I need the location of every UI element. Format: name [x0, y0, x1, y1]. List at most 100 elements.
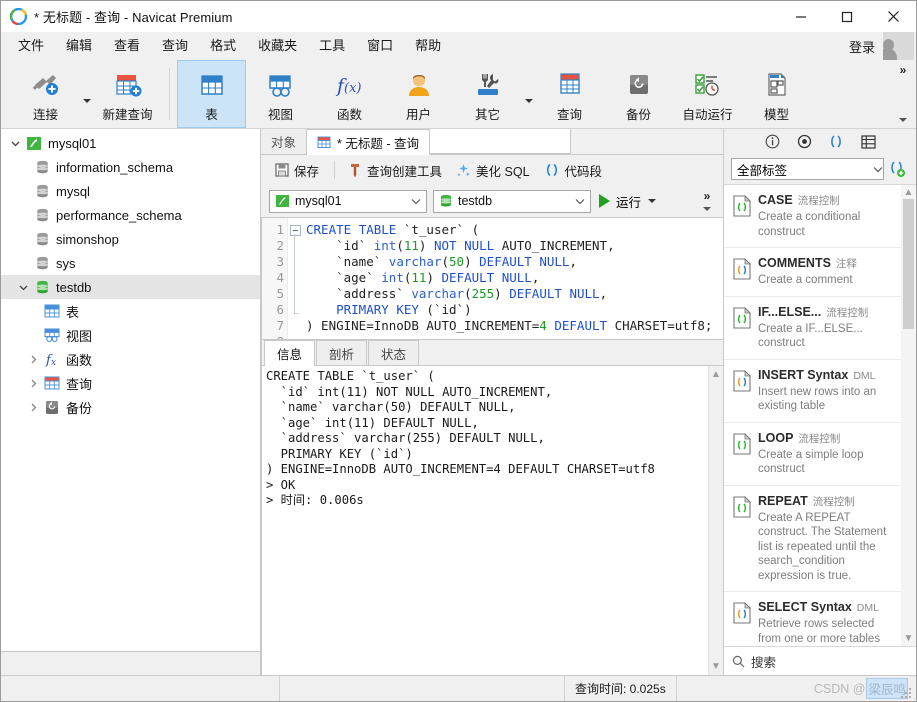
- ribbon-button-table[interactable]: 表: [177, 60, 246, 128]
- toolbar-expand-icon[interactable]: »: [704, 190, 711, 202]
- chevron-down-icon[interactable]: [406, 198, 426, 205]
- tree-node-backups[interactable]: 备份: [1, 395, 260, 419]
- scrollbar-thumb[interactable]: [903, 199, 914, 329]
- tree-node-mysql[interactable]: mysql: [1, 179, 260, 203]
- tree-node-mysql01[interactable]: mysql01: [1, 131, 260, 155]
- save-button[interactable]: 保存: [269, 158, 325, 183]
- list-item[interactable]: SELECT Syntax DML Retrieve rows selected …: [724, 592, 901, 646]
- status-divider: [675, 676, 677, 701]
- tab-message[interactable]: 信息: [264, 340, 316, 366]
- maximize-button[interactable]: [824, 1, 870, 32]
- menu-item-query[interactable]: 查询: [151, 34, 199, 58]
- menu-item-file[interactable]: 文件: [7, 34, 55, 58]
- tree-node-tables[interactable]: 表: [1, 299, 260, 323]
- menu-item-tools[interactable]: 工具: [308, 34, 356, 58]
- list-item[interactable]: INSERT Syntax DML Insert new rows into an…: [724, 360, 901, 423]
- ribbon-button-user[interactable]: 用户: [384, 60, 453, 128]
- run-button[interactable]: 运行: [599, 192, 657, 211]
- tree-label: 函数: [66, 352, 93, 368]
- tree-node-performance-schema[interactable]: performance_schema: [1, 203, 260, 227]
- snippet-title: SELECT Syntax: [758, 600, 852, 614]
- snippets-list[interactable]: CASE 流程控制 Create a conditional construct: [724, 184, 916, 647]
- ribbon-expand-icon[interactable]: »: [900, 64, 907, 76]
- new-query-icon: [108, 68, 148, 101]
- list-item[interactable]: REPEAT 流程控制 Create A REPEAT construct. Th…: [724, 486, 901, 592]
- code-snippet-button[interactable]: 代码段: [538, 158, 609, 183]
- close-button[interactable]: [870, 1, 916, 32]
- tab-status[interactable]: 状态: [368, 340, 420, 365]
- chevron-right-icon[interactable]: [25, 379, 41, 388]
- chevron-right-icon[interactable]: [25, 403, 41, 412]
- scroll-up-icon[interactable]: ▲: [711, 370, 721, 380]
- snippets-vertical-scrollbar[interactable]: ▲ ▼: [901, 185, 916, 646]
- scroll-down-icon[interactable]: ▼: [904, 634, 914, 644]
- tree-node-testdb[interactable]: testdb: [1, 275, 260, 299]
- menu-item-edit[interactable]: 编辑: [55, 34, 103, 58]
- eye-icon[interactable]: [796, 134, 812, 150]
- sql-code-text[interactable]: CREATE TABLE `t_user` ( `id` int(11) NOT…: [302, 218, 723, 339]
- list-item[interactable]: LOOP 流程控制 Create a simple loop construct: [724, 423, 901, 486]
- avatar[interactable]: [883, 32, 914, 60]
- chevron-down-icon[interactable]: [570, 198, 590, 205]
- sql-editor[interactable]: 1 2 3 4 5 6 7 8 CREATE TABLE `t_user` ( …: [261, 217, 723, 340]
- connection-select[interactable]: mysql01: [269, 189, 427, 213]
- minimize-button[interactable]: [778, 1, 824, 32]
- ribbon-button-view[interactable]: 视图: [246, 60, 315, 128]
- tab-profile[interactable]: 剖析: [316, 340, 368, 365]
- tab-query[interactable]: * 无标题 - 查询: [307, 129, 430, 155]
- ribbon-label-model: 模型: [763, 108, 789, 122]
- fold-toggle-icon[interactable]: [290, 225, 301, 236]
- info-icon[interactable]: [764, 134, 780, 150]
- database-select[interactable]: testdb: [433, 189, 591, 213]
- ribbon-button-automation[interactable]: 自动运行: [673, 60, 742, 128]
- ribbon-button-function[interactable]: f (x) 函数: [315, 60, 384, 128]
- ribbon-button-new-query[interactable]: 新建查询: [93, 60, 162, 128]
- chevron-right-icon[interactable]: [25, 355, 41, 364]
- menu-item-format[interactable]: 格式: [199, 34, 247, 58]
- code-snippet-icon[interactable]: [828, 134, 844, 150]
- tree-node-simonshop[interactable]: simonshop: [1, 227, 260, 251]
- tree-node-views[interactable]: 视图: [1, 323, 260, 347]
- tag-filter-select[interactable]: 全部标签: [731, 158, 884, 180]
- menu-item-view[interactable]: 查看: [103, 34, 151, 58]
- menu-item-help[interactable]: 帮助: [404, 34, 452, 58]
- snippets-search-box[interactable]: 搜索: [724, 647, 916, 675]
- list-item[interactable]: IF...ELSE... 流程控制 Create a IF...ELSE... c…: [724, 297, 901, 360]
- connection-dropdown-caret-icon[interactable]: [80, 60, 93, 128]
- window-resize-grip[interactable]: [899, 685, 913, 699]
- code-folding-column[interactable]: [288, 218, 302, 339]
- ribbon-button-backup[interactable]: 备份: [604, 60, 673, 128]
- chevron-down-icon[interactable]: [873, 162, 883, 176]
- query-builder-button[interactable]: 查询创建工具: [342, 158, 448, 183]
- beautify-sql-button[interactable]: 美化 SQL: [450, 158, 536, 183]
- ribbon-button-model[interactable]: 模型: [742, 60, 811, 128]
- other-dropdown-caret-icon[interactable]: [522, 60, 535, 128]
- chevron-down-icon[interactable]: [7, 139, 23, 148]
- add-snippet-icon[interactable]: [884, 160, 910, 178]
- tab-objects[interactable]: 对象: [261, 129, 308, 154]
- ribbon-button-query[interactable]: 查询: [535, 60, 604, 128]
- run-dropdown-caret-icon[interactable]: [648, 199, 657, 203]
- result-vertical-scrollbar[interactable]: ▲ ▼: [708, 366, 723, 675]
- ribbon-collapse-caret-icon[interactable]: [899, 118, 907, 122]
- toolbar-collapse-caret-icon[interactable]: [703, 207, 711, 211]
- tag-filter-value: 全部标签: [737, 163, 788, 178]
- tree-node-functions[interactable]: f x 函数: [1, 347, 260, 371]
- login-link[interactable]: 登录: [849, 37, 883, 56]
- tree-label: 备份: [66, 400, 93, 416]
- list-item[interactable]: CASE 流程控制 Create a conditional construct: [724, 185, 901, 248]
- scroll-up-icon[interactable]: ▲: [904, 188, 914, 198]
- list-item[interactable]: COMMENTS 注释 Create a comment: [724, 248, 901, 297]
- structure-icon[interactable]: [860, 134, 876, 150]
- tree-node-sys[interactable]: sys: [1, 251, 260, 275]
- menu-item-window[interactable]: 窗口: [356, 34, 404, 58]
- chevron-down-icon[interactable]: [15, 283, 31, 292]
- menu-item-favorites[interactable]: 收藏夹: [247, 34, 308, 58]
- scroll-down-icon[interactable]: ▼: [711, 662, 721, 672]
- tree-node-queries[interactable]: 查询: [1, 371, 260, 395]
- ribbon-button-connection[interactable]: 连接: [11, 60, 80, 128]
- ribbon-button-other[interactable]: 其它: [453, 60, 522, 128]
- snippet-text: IF...ELSE... 流程控制 Create a IF...ELSE... c…: [758, 305, 895, 351]
- tree-node-information-schema[interactable]: information_schema: [1, 155, 260, 179]
- tree-label: mysql01: [48, 135, 97, 151]
